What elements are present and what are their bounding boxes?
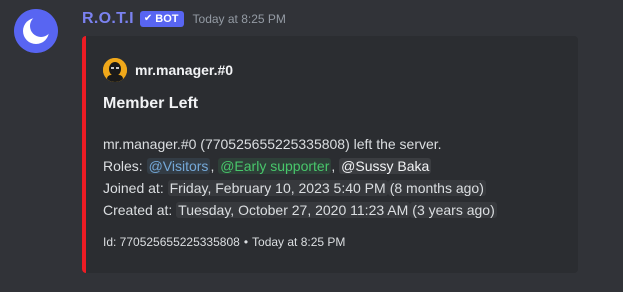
- bot-avatar[interactable]: [14, 9, 58, 53]
- role-separator: ,: [210, 158, 215, 174]
- role-mention-visitors[interactable]: @Visitors: [146, 158, 211, 174]
- embed-color-bar: [82, 36, 86, 273]
- roles-label: Roles:: [103, 158, 143, 174]
- embed-title: Member Left: [103, 95, 199, 112]
- bot-tag-label: BOT: [155, 13, 179, 25]
- user-avatar-icon: [103, 58, 127, 82]
- role-mention-sussy-baka[interactable]: @Sussy Baka: [339, 158, 432, 174]
- crescent-moon-icon: [14, 9, 58, 53]
- joined-relative[interactable]: (8 months ago): [387, 180, 486, 196]
- message-timestamp[interactable]: Today at 8:25 PM: [193, 12, 286, 26]
- embed-author-name: mr.manager.#0: [135, 62, 234, 78]
- embed-description: mr.manager.#0 (770525655225335808) left …: [103, 133, 573, 221]
- verified-check-icon: ✔: [143, 13, 153, 24]
- created-line: Created at: Tuesday, October 27, 2020 11…: [103, 199, 573, 221]
- message-header: R.O.T.I ✔ BOT Today at 8:25 PM: [82, 8, 286, 30]
- created-relative[interactable]: (3 years ago): [410, 202, 497, 218]
- joined-label: Joined at:: [103, 180, 164, 196]
- role-mention-early-supporter[interactable]: @Early supporter: [218, 158, 332, 174]
- roles-line: Roles: @Visitors, @Early supporter, @Sus…: [103, 155, 573, 177]
- bot-tag: ✔ BOT: [139, 11, 184, 27]
- embed-author: mr.manager.#0: [103, 58, 233, 82]
- created-date[interactable]: Tuesday, October 27, 2020 11:23 AM: [176, 202, 411, 218]
- chat-message: R.O.T.I ✔ BOT Today at 8:25 PM mr.manage…: [0, 0, 623, 292]
- role-separator: ,: [331, 158, 336, 174]
- created-label: Created at:: [103, 202, 173, 218]
- joined-date[interactable]: Friday, February 10, 2023 5:40 PM: [167, 180, 388, 196]
- embed-footer: Id: 770525655225335808 • Today at 8:25 PM: [103, 235, 345, 249]
- footer-separator: •: [243, 235, 249, 249]
- footer-timestamp: Today at 8:25 PM: [252, 235, 346, 249]
- footer-id: Id: 770525655225335808: [103, 235, 240, 249]
- embed: mr.manager.#0 Member Left mr.manager.#0 …: [82, 36, 578, 273]
- joined-line: Joined at: Friday, February 10, 2023 5:4…: [103, 177, 573, 199]
- username[interactable]: R.O.T.I: [82, 10, 134, 28]
- left-line: mr.manager.#0 (770525655225335808) left …: [103, 136, 442, 152]
